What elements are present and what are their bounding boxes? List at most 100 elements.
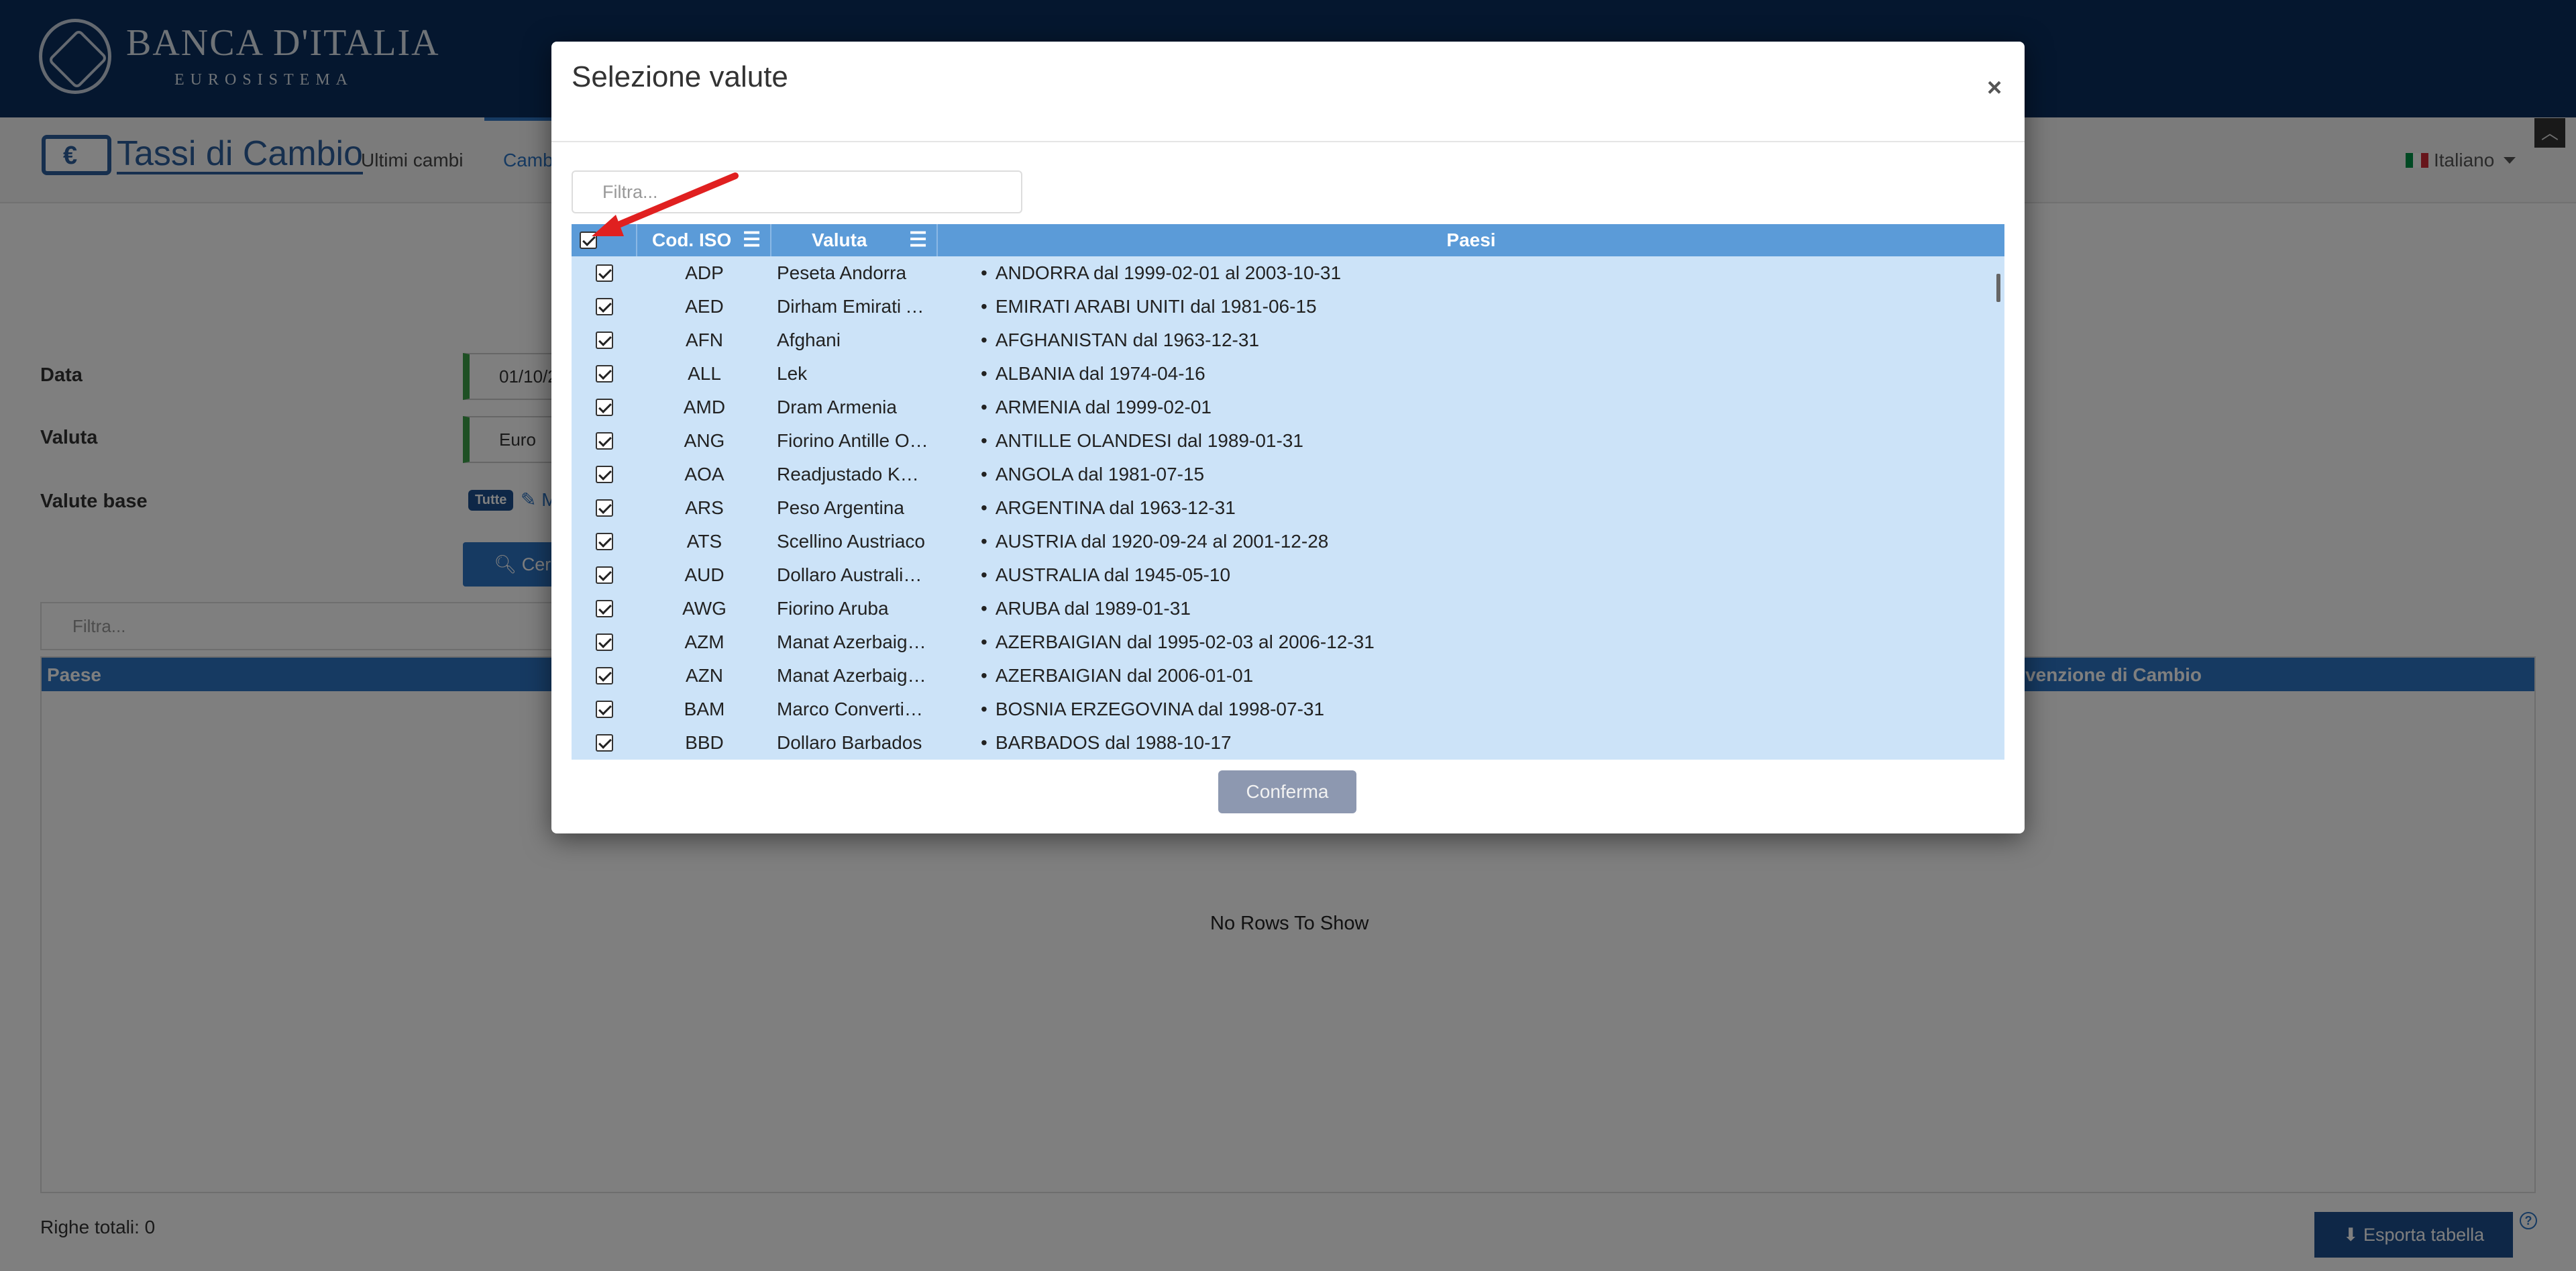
- row-check-cell: [572, 323, 637, 357]
- table-row[interactable]: ATS Scellino Austriaco AUSTRIA dal 1920-09…: [572, 525, 2004, 558]
- row-checkbox[interactable]: [596, 499, 613, 517]
- row-checkbox[interactable]: [596, 398, 613, 416]
- col-header-paesi-label: Paesi: [1446, 230, 1496, 250]
- column-menu-icon[interactable]: ☰: [743, 224, 761, 256]
- currency-table-body: ADP Peseta Andorra ANDORRA dal 1999-02-01 …: [572, 256, 2004, 760]
- close-icon[interactable]: ×: [1987, 74, 2002, 103]
- currency-table: Cod. ISO ☰ Valuta ☰ Paesi ADP Peseta Ando…: [572, 224, 2004, 760]
- row-check-cell: [572, 625, 637, 659]
- row-checkbox[interactable]: [596, 364, 613, 383]
- row-check-cell: [572, 256, 637, 290]
- table-row[interactable]: ALL Lek ALBANIA dal 1974-04-16: [572, 357, 2004, 391]
- cell-paesi: AZERBAIGIAN dal 2006-01-01: [981, 659, 1987, 693]
- row-check-cell: [572, 357, 637, 391]
- row-checkbox[interactable]: [596, 733, 613, 752]
- cell-paesi: EMIRATI ARABI UNITI dal 1981-06-15: [981, 290, 1987, 323]
- cell-paesi: BOSNIA ERZEGOVINA dal 1998-07-31: [981, 693, 1987, 726]
- row-check-cell: [572, 391, 637, 424]
- cell-iso: ATS: [686, 531, 722, 552]
- row-checkbox[interactable]: [596, 599, 613, 617]
- cell-iso: BBD: [685, 732, 724, 753]
- row-checkbox[interactable]: [596, 666, 613, 684]
- cell-paesi: ALBANIA dal 1974-04-16: [981, 357, 1987, 391]
- modal-filter-input[interactable]: [572, 170, 1022, 213]
- row-checkbox[interactable]: [596, 700, 613, 718]
- col-header-iso[interactable]: Cod. ISO ☰: [637, 224, 771, 256]
- row-checkbox[interactable]: [596, 465, 613, 483]
- cell-iso: AUD: [684, 564, 724, 585]
- col-header-valuta-label: Valuta: [812, 230, 867, 250]
- table-row[interactable]: BBD Dollaro Barbados BARBADOS dal 1988-10-…: [572, 726, 2004, 760]
- table-row[interactable]: AZN Manat Azerbaigian AZERBAIGIAN dal 2006…: [572, 659, 2004, 693]
- cell-valuta: Peso Argentina: [777, 497, 904, 518]
- table-row[interactable]: AZM Manat Azerbaigian AZERBAIGIAN dal 1995…: [572, 625, 2004, 659]
- row-check-cell: [572, 491, 637, 525]
- row-checkbox[interactable]: [596, 297, 613, 315]
- table-row[interactable]: AFN Afghani AFGHANISTAN dal 1963-12-31: [572, 323, 2004, 357]
- row-checkbox[interactable]: [596, 532, 613, 550]
- table-row[interactable]: ARS Peso Argentina ARGENTINA dal 1963-12-3…: [572, 491, 2004, 525]
- cell-valuta: Dirham Emirati Arabi Uniti: [777, 296, 930, 317]
- table-scrollbar[interactable]: [1996, 274, 2000, 302]
- cell-paesi: ARGENTINA dal 1963-12-31: [981, 491, 1987, 525]
- cell-paesi: AFGHANISTAN dal 1963-12-31: [981, 323, 1987, 357]
- row-check-cell: [572, 558, 637, 592]
- currency-table-header: Cod. ISO ☰ Valuta ☰ Paesi: [572, 224, 2004, 256]
- cell-valuta: Afghani: [777, 329, 841, 350]
- cell-paesi: AUSTRALIA dal 1945-05-10: [981, 558, 1987, 592]
- cell-paesi: ANDORRA dal 1999-02-01 al 2003-10-31: [981, 256, 1987, 290]
- row-checkbox[interactable]: [596, 633, 613, 651]
- cell-iso: ADP: [685, 262, 724, 283]
- cell-valuta: Peseta Andorra: [777, 262, 907, 283]
- cell-iso: AMD: [683, 397, 726, 417]
- cell-valuta: Fiorino Aruba: [777, 598, 889, 619]
- row-check-cell: [572, 693, 637, 726]
- cell-valuta: Dram Armenia: [777, 397, 897, 417]
- row-checkbox[interactable]: [596, 264, 613, 282]
- cell-paesi: ARUBA dal 1989-01-31: [981, 592, 1987, 625]
- cell-paesi: ANTILLE OLANDESI dal 1989-01-31: [981, 424, 1987, 458]
- table-row[interactable]: ANG Fiorino Antille Olandesi ANTILLE OLAND…: [572, 424, 2004, 458]
- table-row[interactable]: AOA Readjustado Kwanza ANGOLA dal 1981-07-…: [572, 458, 2004, 491]
- cell-iso: BAM: [684, 699, 725, 719]
- cell-valuta: Dollaro Australiano: [777, 564, 930, 585]
- cell-valuta: Readjustado Kwanza: [777, 464, 930, 485]
- cell-iso: AED: [685, 296, 724, 317]
- cell-iso: AZM: [684, 631, 724, 652]
- table-row[interactable]: AED Dirham Emirati Arabi Uniti EMIRATI ARA…: [572, 290, 2004, 323]
- col-header-valuta[interactable]: Valuta ☰: [771, 224, 938, 256]
- cell-paesi: AUSTRIA dal 1920-09-24 al 2001-12-28: [981, 525, 1987, 558]
- cell-iso: AWG: [682, 598, 727, 619]
- cell-iso: AZN: [686, 665, 723, 686]
- col-header-paesi[interactable]: Paesi: [938, 224, 2004, 256]
- cell-iso: ARS: [685, 497, 724, 518]
- row-check-cell: [572, 290, 637, 323]
- row-checkbox[interactable]: [596, 331, 613, 349]
- confirm-button[interactable]: Conferma: [1218, 770, 1356, 813]
- col-header-iso-label: Cod. ISO: [652, 230, 732, 250]
- row-check-cell: [572, 659, 637, 693]
- select-all-checkbox[interactable]: [580, 232, 597, 249]
- table-row[interactable]: AWG Fiorino Aruba ARUBA dal 1989-01-31: [572, 592, 2004, 625]
- table-row[interactable]: ADP Peseta Andorra ANDORRA dal 1999-02-01 …: [572, 256, 2004, 290]
- row-check-cell: [572, 726, 637, 760]
- cell-valuta: Marco Convertibile: [777, 699, 930, 719]
- cell-valuta: Fiorino Antille Olandesi: [777, 430, 930, 451]
- table-row[interactable]: BAM Marco Convertibile BOSNIA ERZEGOVINA d…: [572, 693, 2004, 726]
- cell-valuta: Scellino Austriaco: [777, 531, 926, 552]
- modal-title: Selezione valute: [572, 60, 788, 93]
- cell-paesi: BARBADOS dal 1988-10-17: [981, 726, 1987, 760]
- cell-iso: ANG: [684, 430, 725, 451]
- row-checkbox[interactable]: [596, 431, 613, 450]
- cell-iso: AOA: [684, 464, 724, 485]
- currency-selection-modal: Selezione valute × Cod. ISO ☰ Valuta ☰ P…: [551, 42, 2025, 833]
- cell-valuta: Manat Azerbaigian: [777, 665, 930, 686]
- cell-valuta: Manat Azerbaigian: [777, 631, 930, 652]
- cell-iso: AFN: [686, 329, 723, 350]
- column-menu-icon[interactable]: ☰: [909, 224, 927, 256]
- row-check-cell: [572, 525, 637, 558]
- row-check-cell: [572, 592, 637, 625]
- table-row[interactable]: AMD Dram Armenia ARMENIA dal 1999-02-01: [572, 391, 2004, 424]
- table-row[interactable]: AUD Dollaro Australiano AUSTRALIA dal 1945…: [572, 558, 2004, 592]
- row-checkbox[interactable]: [596, 566, 613, 584]
